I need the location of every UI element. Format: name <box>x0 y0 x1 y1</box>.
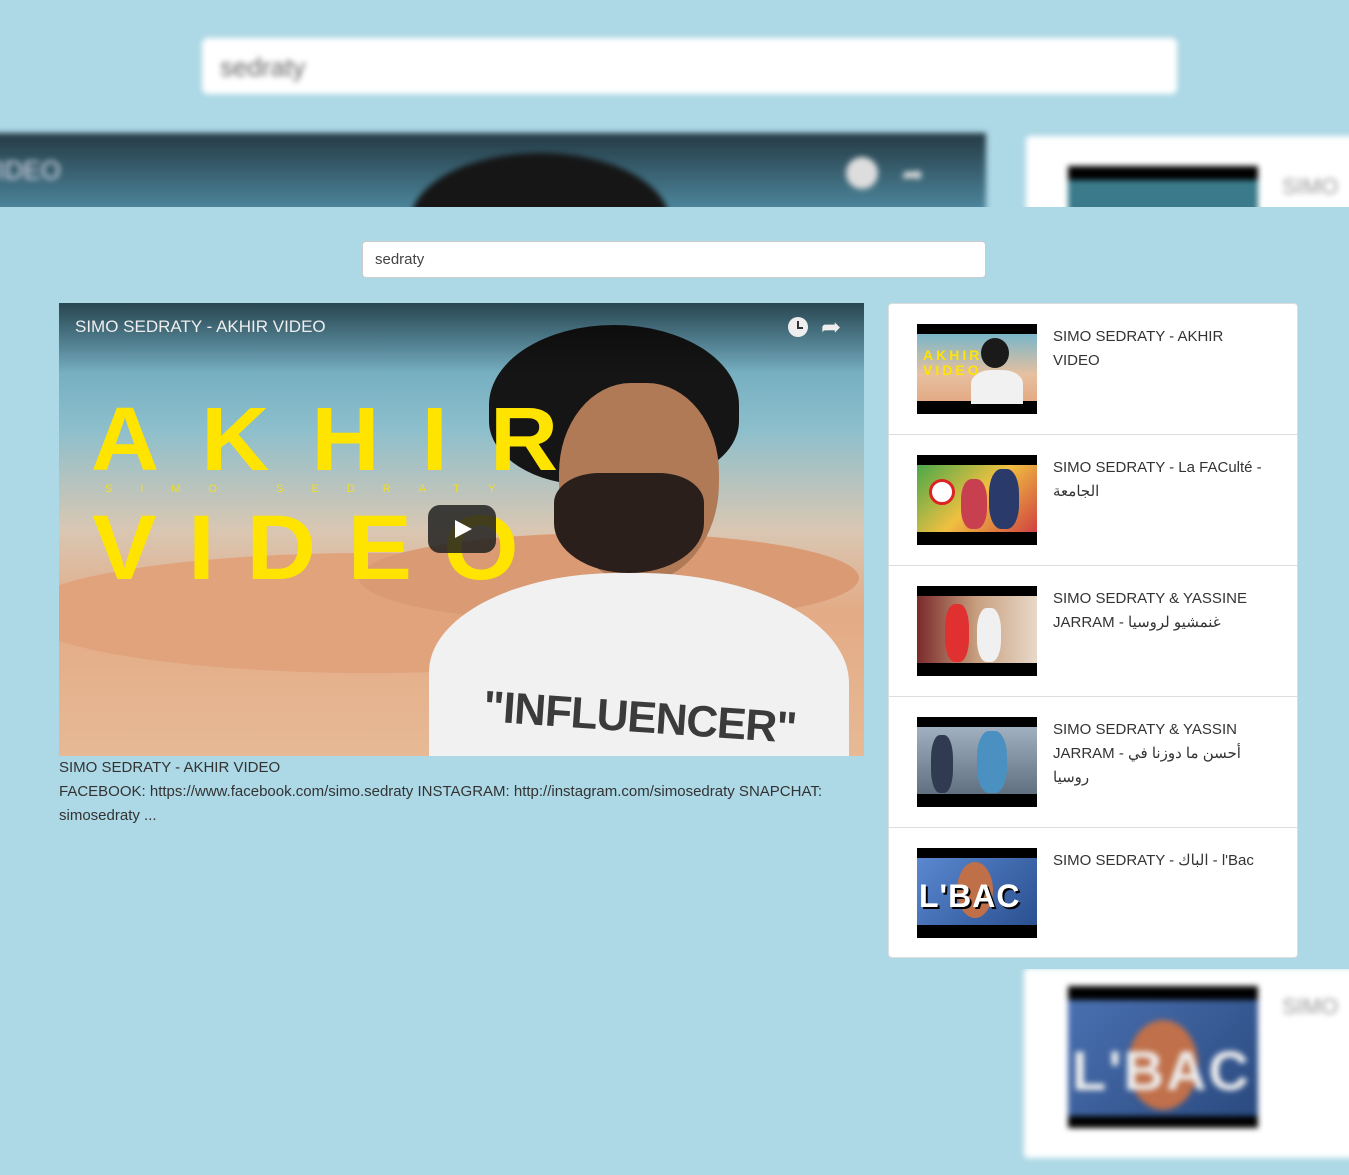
blurred-search-field: sedraty <box>202 38 1177 94</box>
blurred-card-text: SIMO <box>1282 994 1339 1019</box>
search-input[interactable] <box>362 241 986 278</box>
results-list: AKHIR VIDEO SIMO SEDRATY - AKHIR VIDEO S… <box>888 303 1298 958</box>
result-thumbnail[interactable]: AKHIR VIDEO <box>917 324 1037 414</box>
result-thumbnail[interactable] <box>917 717 1037 807</box>
player-title[interactable]: SIMO SEDRATY - AKHIR VIDEO <box>75 317 326 337</box>
video-title: SIMO SEDRATY - AKHIR VIDEO <box>59 759 281 776</box>
blurred-thumb-text: L'BAC <box>1072 1039 1251 1102</box>
result-title[interactable]: SIMO SEDRATY - La FACulté - الجامعة <box>1053 456 1273 504</box>
thumb-person <box>961 479 987 529</box>
play-button[interactable] <box>428 505 496 553</box>
result-item[interactable]: L'BAC SIMO SEDRATY - الباك - l'Bac <box>889 828 1297 957</box>
blurred-video-title: VIDEO <box>0 155 61 185</box>
result-item[interactable]: SIMO SEDRATY - La FACulté - الجامعة <box>889 435 1297 566</box>
result-thumbnail[interactable] <box>917 455 1037 545</box>
thumb-person <box>931 735 953 793</box>
thumb-person <box>945 604 969 662</box>
thumb-person <box>981 338 1009 368</box>
share-icon[interactable]: ➦ <box>821 313 841 342</box>
thumbnail-subtitle: SIMO SEDRATY <box>105 483 524 495</box>
blurred-video: VIDEO ➦ <box>0 133 986 213</box>
result-thumbnail[interactable]: L'BAC <box>917 848 1037 938</box>
blurred-thumbnail: L'BAC <box>1068 986 1258 1128</box>
thumb-person <box>989 469 1019 529</box>
result-item[interactable]: AKHIR VIDEO SIMO SEDRATY - AKHIR VIDEO <box>889 304 1297 435</box>
result-title[interactable]: SIMO SEDRATY - الباك - l'Bac <box>1053 849 1273 873</box>
video-description: FACEBOOK: https://www.facebook.com/simo.… <box>59 783 823 824</box>
blurred-person-head <box>410 153 670 213</box>
video-player[interactable]: "INFLUENCER" AKHIR SIMO SEDRATY VIDEO SI… <box>59 303 864 756</box>
thumbnail-title-line1: AKHIR <box>90 390 601 490</box>
stop-sign-icon <box>929 479 955 505</box>
blurred-clock-icon <box>846 157 878 189</box>
thumb-person <box>977 608 1001 662</box>
thumb-text: L'BAC <box>919 878 1021 914</box>
clock-icon[interactable] <box>788 317 808 337</box>
result-title[interactable]: SIMO SEDRATY - AKHIR VIDEO <box>1053 325 1273 373</box>
thumb-person <box>977 731 1007 793</box>
player-top-bar <box>59 303 864 373</box>
blurred-share-icon: ➦ <box>902 159 924 189</box>
result-item[interactable]: SIMO SEDRATY & YASSINE JARRAM - غنمشيو ل… <box>889 566 1297 697</box>
thumb-shirt <box>971 370 1023 404</box>
result-item[interactable]: SIMO SEDRATY & YASSIN JARRAM - أحسن ما د… <box>889 697 1297 828</box>
video-info: SIMO SEDRATY - AKHIR VIDEO FACEBOOK: htt… <box>59 756 864 828</box>
result-thumbnail[interactable] <box>917 586 1037 676</box>
result-title[interactable]: SIMO SEDRATY & YASSIN JARRAM - أحسن ما د… <box>1053 718 1273 790</box>
result-title[interactable]: SIMO SEDRATY & YASSINE JARRAM - غنمشيو ل… <box>1053 587 1273 635</box>
blurred-card-text: SIMO <box>1282 174 1339 199</box>
main-panel: "INFLUENCER" AKHIR SIMO SEDRATY VIDEO SI… <box>0 207 1349 969</box>
